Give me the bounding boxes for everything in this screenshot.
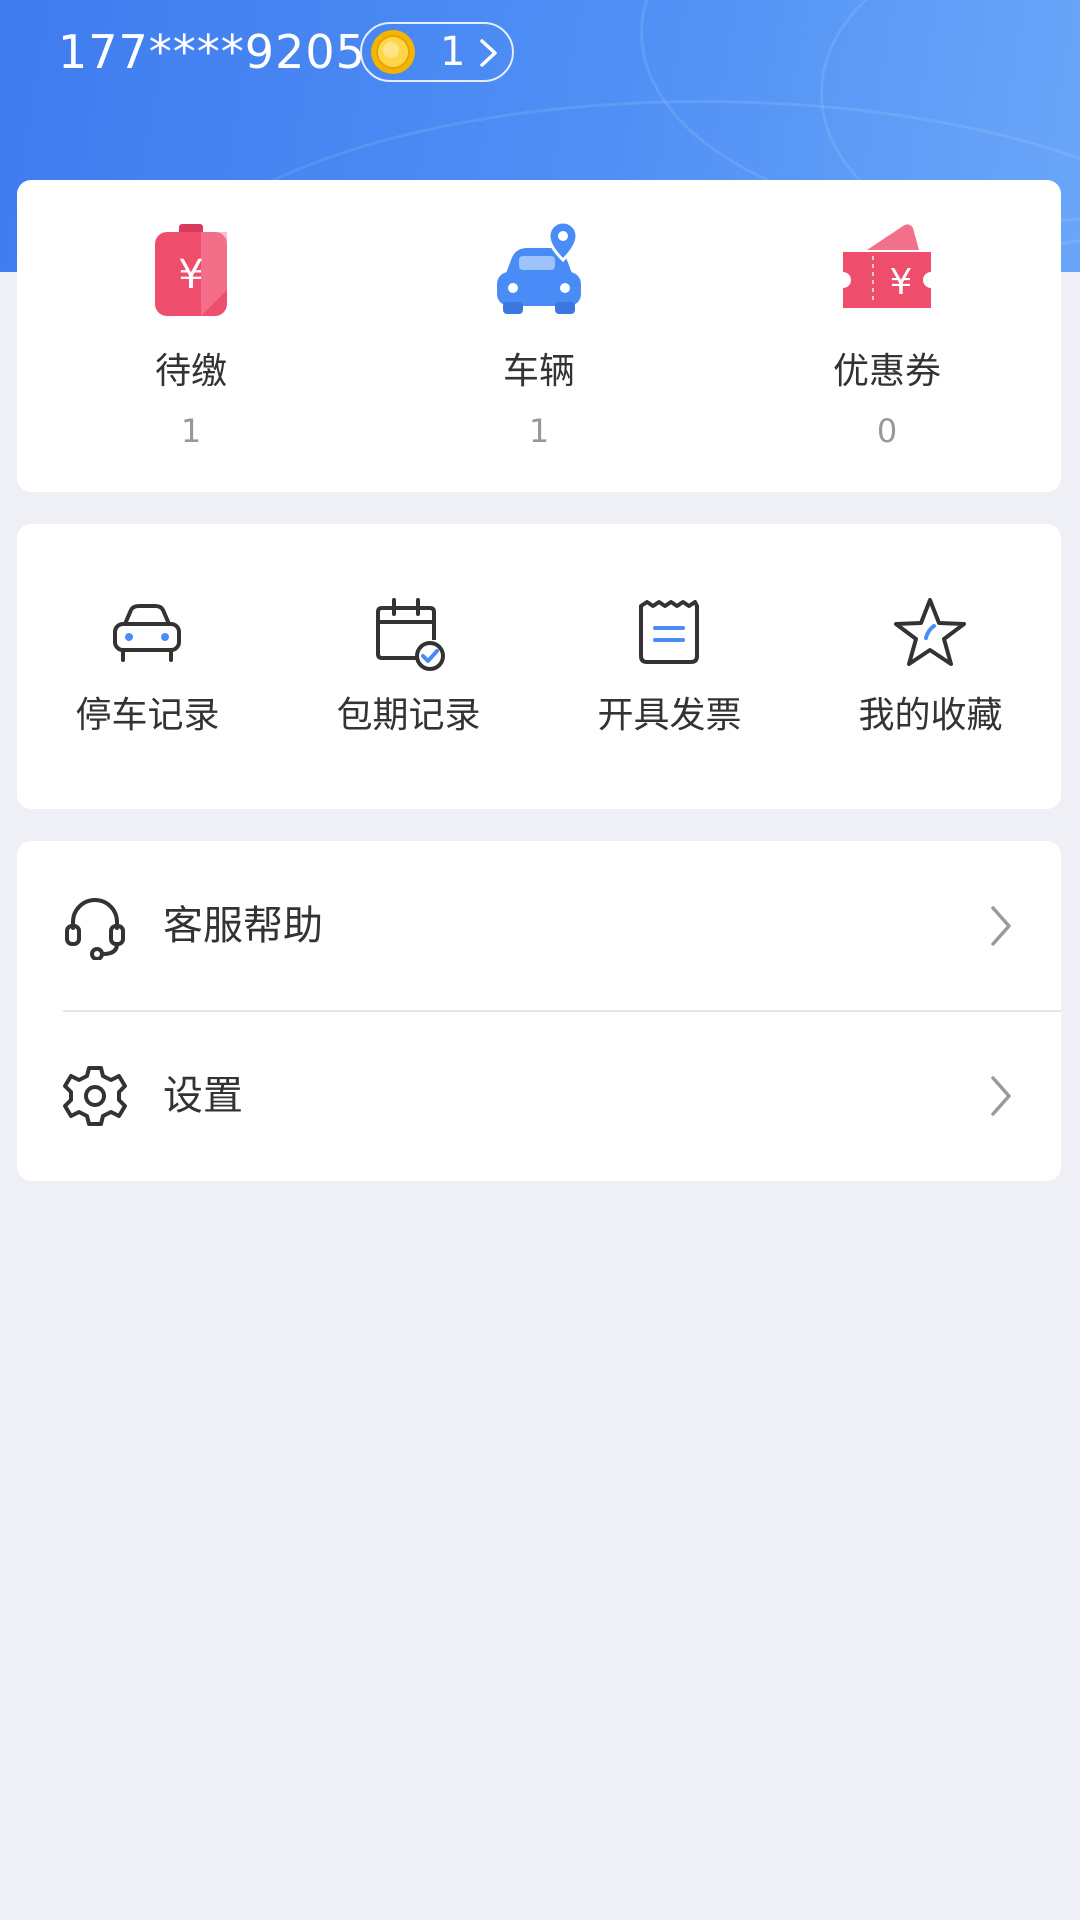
stat-value: 1 (180, 412, 202, 450)
parking-records-button[interactable]: 停车记录 (17, 524, 278, 809)
stat-value: 0 (876, 412, 898, 450)
headset-icon (65, 898, 125, 960)
stat-coupons[interactable]: ¥ 优惠券 0 (713, 180, 1061, 492)
coupon-icon: ¥ (843, 224, 931, 308)
gear-icon (63, 1066, 127, 1126)
my-favorites-button[interactable]: 我的收藏 (800, 524, 1061, 809)
chevron-right-icon (480, 39, 497, 67)
menu-item-label: 客服帮助 (163, 903, 323, 949)
account-stats-card: ¥ 待缴 1 车辆 1 ¥ 优惠券 0 (17, 180, 1061, 492)
bill-yuan-icon: ¥ (155, 224, 227, 316)
menu-card: 客服帮助 设置 (17, 841, 1061, 1181)
coin-count: 1 (440, 29, 466, 75)
stat-label: 车辆 (502, 351, 575, 392)
car-icon (113, 604, 181, 662)
coin-balance-button[interactable]: 1 (360, 22, 514, 82)
stat-label: 待缴 (154, 351, 227, 392)
issue-invoice-button[interactable]: 开具发票 (539, 524, 800, 809)
stat-label: 优惠券 (832, 351, 941, 392)
menu-item-customer-service[interactable]: 客服帮助 (17, 841, 1061, 1012)
quick-action-label: 停车记录 (75, 695, 220, 736)
star-icon (894, 598, 966, 666)
menu-item-label: 设置 (163, 1073, 243, 1119)
svg-text:¥: ¥ (890, 262, 913, 303)
user-phone-number: 177****9205 (58, 25, 366, 79)
stat-vehicles[interactable]: 车辆 1 (365, 180, 713, 492)
invoice-icon (639, 600, 699, 664)
stat-pending-payment[interactable]: ¥ 待缴 1 (17, 180, 365, 492)
coin-icon (371, 30, 415, 74)
car-location-icon (497, 220, 581, 314)
quick-action-label: 包期记录 (336, 695, 481, 736)
package-records-button[interactable]: 包期记录 (278, 524, 539, 809)
chevron-right-icon (991, 1076, 1011, 1116)
menu-item-settings[interactable]: 设置 (17, 1011, 1061, 1181)
chevron-right-icon (991, 906, 1011, 946)
quick-actions-card: 停车记录 包期记录 开具发票 我的收藏 (17, 524, 1061, 809)
quick-action-label: 开具发票 (597, 695, 742, 736)
quick-action-label: 我的收藏 (858, 695, 1003, 736)
calendar-check-icon (376, 598, 445, 671)
svg-text:¥: ¥ (178, 252, 203, 298)
stat-value: 1 (528, 412, 550, 450)
